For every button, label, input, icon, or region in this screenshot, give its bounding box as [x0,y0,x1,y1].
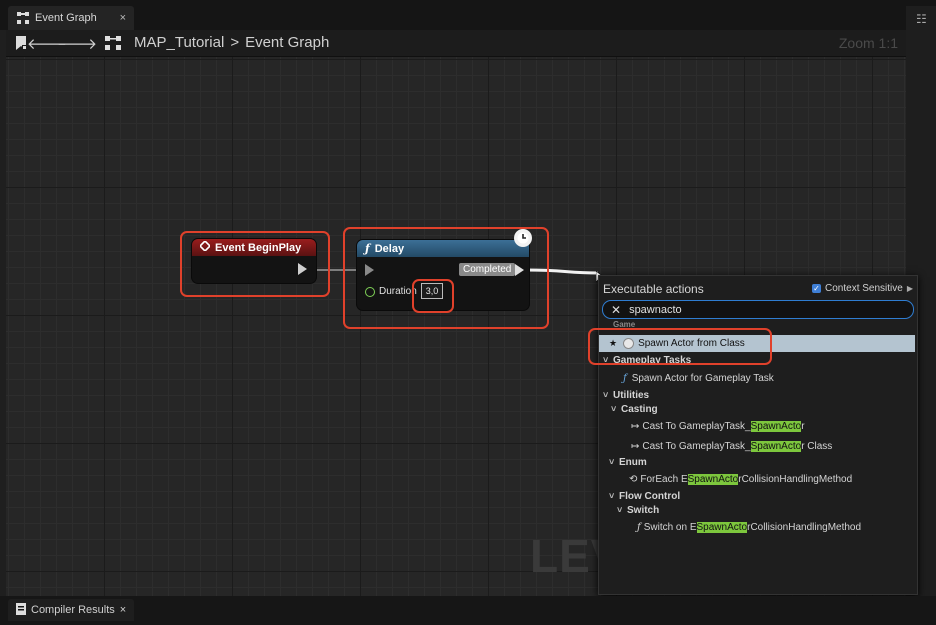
search-match: SpawnActo [750,440,802,452]
highlight-box [412,279,454,313]
category-enum[interactable]: ˅ Enum [599,454,925,470]
category-label: Switch [627,504,660,516]
tab-label: Compiler Results [31,604,115,616]
category-label: Enum [619,456,647,468]
action-label-suffix: rCollisionHandlingMethod [747,521,862,533]
executable-actions-menu: Executable actions ✓ Context Sensitive ▶… [598,275,918,595]
search-match: SpawnActo [687,473,739,485]
tab-bar: Event Graph × [0,0,936,30]
action-switch-on-enum[interactable]: ƒ Switch on E SpawnActo rCollisionHandling… [599,519,936,535]
cast-icon: ↦ [631,420,640,432]
tab-compiler-results[interactable]: Compiler Results × [8,599,135,621]
context-sensitive-toggle[interactable]: ✓ Context Sensitive ▶ [812,283,913,294]
search-input[interactable]: ✕ spawnacto [602,300,914,319]
graph-icon [17,12,29,24]
action-spawn-actor-for-gameplay-task[interactable]: ƒ Spawn Actor for Gameplay Task [599,370,936,386]
breadcrumb-separator: > [230,34,240,51]
function-icon: ƒ [623,372,627,384]
chevron-right-icon: ▶ [906,284,913,293]
zoom-level: Zoom 1:1 [838,35,898,51]
back-arrow-icon[interactable]: 🡐 [27,34,67,53]
chevron-down-icon: ˅ [617,505,623,515]
compiler-results-icon [16,602,26,618]
category-switch[interactable]: ˅ Switch [599,502,933,518]
close-icon[interactable]: × [120,604,126,616]
action-label: Cast To GameplayTask_ [642,420,751,432]
action-cast-to-spawn-actor-class[interactable]: ↦ Cast To GameplayTask_ SpawnActo r Class [599,438,936,454]
switch-icon: ƒ [637,521,641,533]
action-label-suffix: r [801,420,805,432]
action-label: ForEach E [640,473,688,485]
highlight-box [588,328,772,365]
action-label: Switch on E [643,521,697,533]
details-icon[interactable]: ☷ [916,12,927,26]
tab-event-graph[interactable]: Event Graph × [8,6,134,30]
category-label: Casting [621,403,658,415]
search-value: spawnacto [629,303,682,316]
search-match: SpawnActo [750,420,802,432]
action-cast-to-spawn-actor[interactable]: ↦ Cast To GameplayTask_ SpawnActo r [599,418,936,434]
cast-icon: ↦ [631,440,640,452]
bottom-panel-bar: Compiler Results × [0,596,936,625]
tab-label: Event Graph [35,12,97,24]
latent-clock-icon [514,229,532,247]
forward-arrow-icon[interactable]: 🡒 [57,34,97,53]
graph-toolbar: 🡐 🡒 MAP_Tutorial > Event Graph Zoom 1:1 [6,30,906,57]
search-match: SpawnActo [696,521,748,533]
chevron-down-icon: ˅ [603,390,609,400]
category-label: Utilities [613,389,650,401]
action-label: Spawn Actor for Gameplay Task [631,372,774,384]
action-label-suffix: r Class [801,440,833,452]
menu-title: Executable actions [603,282,704,296]
chevron-down-icon: ˅ [609,491,615,501]
breadcrumb-event-graph[interactable]: Event Graph [245,34,329,51]
highlight-box [180,231,330,297]
category-casting[interactable]: ˅ Casting [599,401,927,417]
close-icon[interactable]: × [120,12,126,24]
clear-search-icon[interactable]: ✕ [611,303,621,317]
breadcrumb: MAP_Tutorial > Event Graph [134,34,329,51]
action-label-suffix: rCollisionHandlingMethod [738,473,853,485]
breadcrumb-map[interactable]: MAP_Tutorial [134,34,224,51]
chevron-down-icon: ˅ [611,404,617,414]
graph-icon [104,34,122,52]
loop-icon: ⟲ [629,473,638,485]
action-label: Cast To GameplayTask_ [642,440,751,452]
chevron-down-icon: ˅ [609,457,615,467]
checkbox-checked-icon[interactable]: ✓ [812,284,822,293]
context-sensitive-label: Context Sensitive [825,283,903,294]
category-label: Flow Control [619,490,681,502]
action-foreach-enum[interactable]: ⟲ ForEach E SpawnActo rCollisionHandlingMe… [599,471,936,487]
